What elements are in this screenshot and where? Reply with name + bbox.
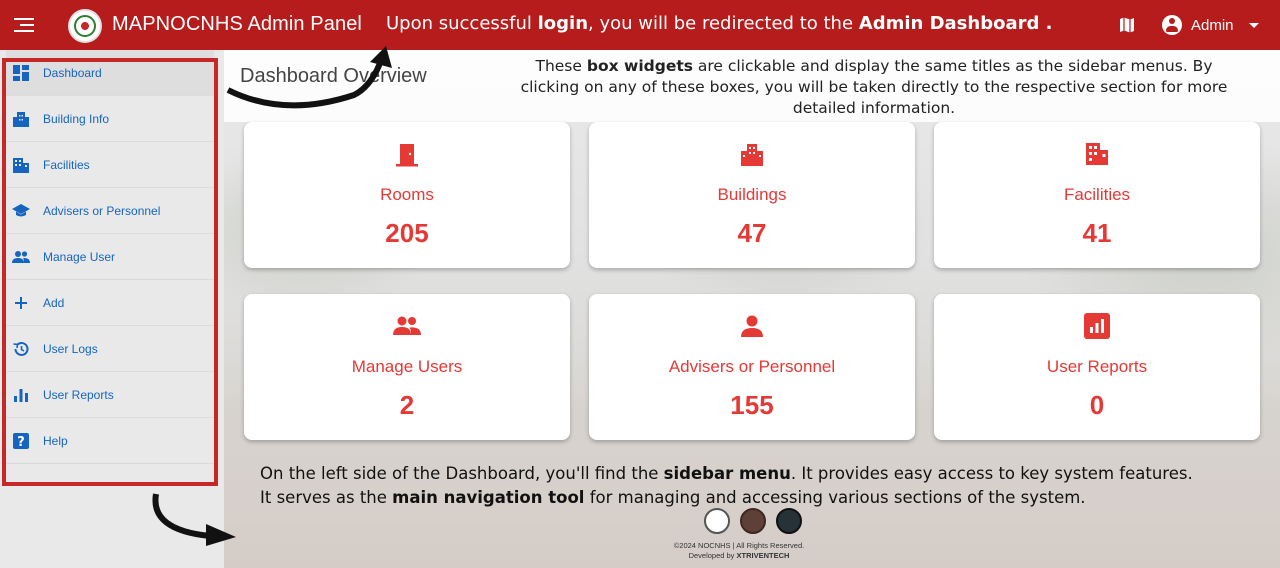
card-title: Manage Users (351, 357, 463, 376)
annotation-arrow-icon (226, 46, 392, 109)
admin-user-menu[interactable]: Admin (1191, 17, 1234, 34)
card-value: 155 (730, 390, 774, 420)
bar-chart-icon (14, 388, 28, 402)
sidebar-item-label: Manage User (43, 249, 116, 264)
account-circle-icon[interactable] (1162, 15, 1182, 35)
svg-text:?: ? (17, 435, 25, 450)
facilities-icon (13, 157, 29, 173)
card-advisers[interactable]: Advisers or Personnel 155 (589, 294, 915, 440)
card-title: Rooms (380, 185, 434, 204)
card-value: 47 (737, 218, 767, 248)
card-value: 0 (1089, 390, 1105, 420)
card-title: Buildings (717, 185, 787, 204)
developer-logo (776, 508, 802, 534)
report-icon (1084, 313, 1110, 339)
footer-logos (704, 508, 802, 534)
annotation-arrow-icon (152, 493, 236, 546)
main-content: Dashboard Overview These box widgets are… (224, 50, 1280, 568)
people-icon (12, 250, 30, 263)
sidebar-item-label: Building Info (43, 111, 110, 126)
sidebar-item-label: Facilities (43, 157, 90, 172)
card-rooms[interactable]: Rooms 205 (244, 122, 570, 268)
door-icon (396, 144, 418, 167)
sidebar-item-advisers[interactable]: Advisers or Personnel (6, 188, 214, 234)
card-title: Facilities (1063, 185, 1131, 204)
card-value: 41 (1082, 218, 1112, 248)
card-buildings[interactable]: Buildings 47 (589, 122, 915, 268)
card-value: 2 (399, 390, 415, 420)
sidebar-item-label: User Reports (43, 387, 114, 402)
chevron-down-icon[interactable] (1249, 23, 1259, 28)
card-title: Advisers or Personnel (668, 357, 836, 376)
sidebar-item-manage-user[interactable]: Manage User (6, 234, 214, 280)
sidebar-item-label: User Logs (43, 341, 98, 356)
sidebar-item-facilities[interactable]: Facilities (6, 142, 214, 188)
people-icon (393, 316, 421, 335)
sidebar-item-label: Help (43, 433, 68, 448)
building-icon (741, 144, 763, 166)
person-icon (741, 315, 763, 337)
school-logo (704, 508, 730, 534)
card-manage-users[interactable]: Manage Users 2 (244, 294, 570, 440)
help-icon: ? (13, 432, 29, 450)
sidebar-item-label: Add (43, 295, 65, 310)
app-title: MAPNOCNHS Admin Panel (112, 13, 362, 35)
card-value: 205 (385, 218, 429, 248)
menu-toggle-icon[interactable] (14, 14, 34, 36)
building-icon (13, 111, 29, 127)
sidebar-item-dashboard[interactable]: Dashboard (6, 50, 214, 96)
partner-logo (740, 508, 766, 534)
widget-annotation: These box widgets are clickable and disp… (520, 57, 1228, 117)
login-annotation: Upon successful login, you will be redir… (386, 13, 1053, 34)
dashboard-icon (13, 64, 29, 81)
sidebar-item-label: Dashboard (43, 65, 102, 80)
facilities-icon (1086, 143, 1108, 165)
plus-icon (15, 296, 27, 309)
sidebar-annotation: On the left side of the Dashboard, you'l… (260, 464, 1193, 507)
sidebar-item-label: Advisers or Personnel (43, 203, 161, 218)
map-icon[interactable] (1118, 16, 1136, 34)
card-user-reports[interactable]: User Reports 0 (934, 294, 1260, 440)
top-header: MAPNOCNHS Admin Panel Upon successful lo… (0, 0, 1280, 50)
sidebar-item-add[interactable]: Add (6, 280, 214, 326)
school-logo (68, 9, 102, 43)
history-icon (13, 341, 29, 356)
card-facilities[interactable]: Facilities 41 (934, 122, 1260, 268)
school-icon (12, 203, 30, 216)
sidebar-item-building-info[interactable]: Building Info (6, 96, 214, 142)
card-title: User Reports (1046, 357, 1148, 376)
sidebar-item-user-reports[interactable]: User Reports (6, 372, 214, 418)
sidebar-item-user-logs[interactable]: User Logs (6, 326, 214, 372)
footer-copyright: ©2024 NOCNHS | All Rights Reserved. Deve… (673, 541, 805, 560)
sidebar-item-help[interactable]: ? Help (6, 418, 214, 464)
